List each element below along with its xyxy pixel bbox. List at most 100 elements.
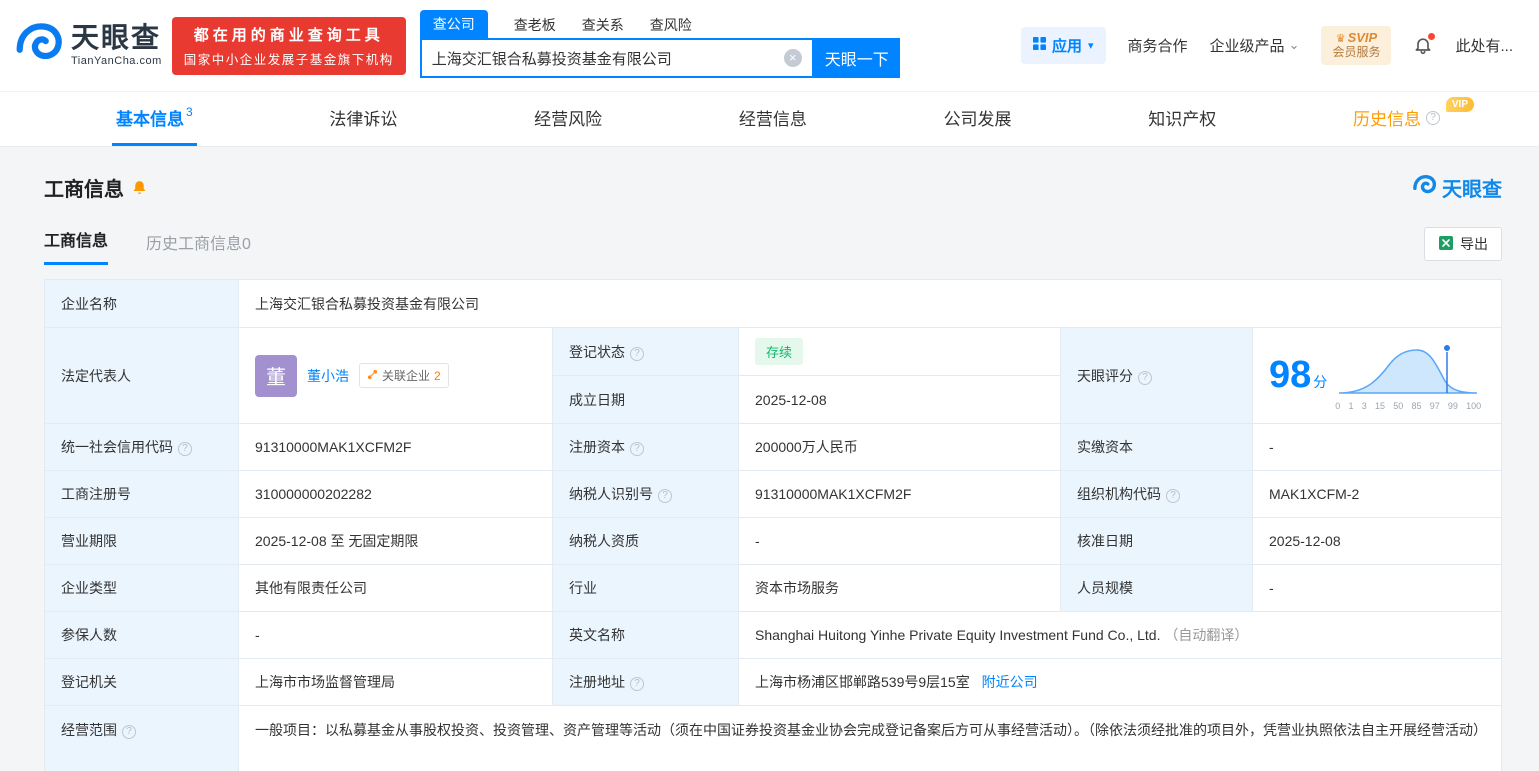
tab-basic-info-label: 基本信息 <box>116 110 184 129</box>
promo-line1: 都在用的商业查询工具 <box>193 26 384 44</box>
tab-operation-risk[interactable]: 经营风险 <box>530 92 606 146</box>
apps-menu[interactable]: 应用 ▾ <box>1020 26 1106 64</box>
legal-rep-name-link[interactable]: 董小浩 <box>307 366 349 386</box>
watermark-logo: 天眼查 <box>1411 172 1502 203</box>
help-icon[interactable]: ? <box>1138 370 1152 385</box>
paid-capital-label: 实缴资本 <box>1060 423 1253 471</box>
promo-line2: 国家中小企业发展子基金旗下机构 <box>183 52 394 67</box>
user-name[interactable]: 此处有... <box>1455 35 1513 56</box>
search-tab-company[interactable]: 查公司 <box>419 10 488 38</box>
monitor-bell-icon[interactable] <box>131 179 148 196</box>
org-chart-icon <box>367 369 378 383</box>
business-cooperation-link[interactable]: 商务合作 <box>1128 35 1188 56</box>
help-icon[interactable]: ? <box>630 442 644 456</box>
svip-sublabel: 会员服务 <box>1332 45 1381 60</box>
reg-authority-label: 登记机关 <box>44 658 239 706</box>
watermark-text: 天眼查 <box>1442 179 1502 201</box>
business-term-label: 营业期限 <box>44 517 239 565</box>
uscc-value: 91310000MAK1XCFM2F <box>238 423 553 471</box>
score-unit: 分 <box>1313 374 1328 390</box>
logo-text: 天眼查 <box>71 22 162 53</box>
reg-address-value: 上海市杨浦区邯郸路539号9层15室 <box>755 674 970 690</box>
score-axis-tick: 3 <box>1361 400 1367 411</box>
english-name-cell: Shanghai Huitong Yinhe Private Equity In… <box>738 611 1502 659</box>
tab-legal-litigation[interactable]: 法律诉讼 <box>325 92 401 146</box>
table-row: 营业期限 2025-12-08 至 无固定期限 纳税人资质 - 核准日期 202… <box>44 517 1502 565</box>
search-button[interactable]: 天眼一下 <box>813 38 900 78</box>
score-axis-tick: 100 <box>1466 400 1482 411</box>
tab-company-development[interactable]: 公司发展 <box>940 92 1016 146</box>
subtab-business-info[interactable]: 工商信息 <box>44 227 109 265</box>
apps-grid-icon <box>1032 36 1046 54</box>
company-name-value: 上海交汇银合私募投资基金有限公司 <box>238 279 1502 328</box>
reg-capital-label-text: 注册资本 <box>569 439 625 455</box>
english-name-label: 英文名称 <box>552 611 739 659</box>
tab-basic-info[interactable]: 基本信息 3 <box>112 92 197 146</box>
reg-capital-value: 200000万人民币 <box>738 423 1061 471</box>
enterprise-products-link[interactable]: 企业级产品 ⌄ <box>1210 35 1300 56</box>
help-icon[interactable]: ? <box>630 677 644 691</box>
approval-date-label: 核准日期 <box>1060 517 1253 565</box>
tab-history-info[interactable]: 历史信息 ? VIP <box>1349 92 1474 146</box>
score-axis-tick: 1 <box>1348 400 1354 411</box>
svip-label: SVIP <box>1347 30 1378 46</box>
paid-capital-value: - <box>1252 423 1502 471</box>
business-scope-label-text: 经营范围 <box>61 722 117 738</box>
notification-bell-icon[interactable] <box>1413 33 1436 55</box>
industry-value: 资本市场服务 <box>738 564 1061 612</box>
insured-count-label: 参保人数 <box>44 611 239 659</box>
org-code-label: 组织机构代码? <box>1060 470 1253 518</box>
search-area: 查公司 查老板 查关系 查风险 × 天眼一下 <box>419 10 902 78</box>
company-name-label: 企业名称 <box>44 279 239 328</box>
enterprise-products-label: 企业级产品 <box>1209 37 1285 55</box>
help-icon[interactable]: ? <box>1166 489 1180 503</box>
tab-history-info-label: 历史信息 <box>1353 110 1421 129</box>
establish-date-label: 成立日期 <box>552 375 739 424</box>
org-code-label-text: 组织机构代码 <box>1077 486 1161 502</box>
help-icon[interactable]: ? <box>178 442 192 456</box>
help-icon[interactable]: ? <box>658 489 672 503</box>
nearby-companies-link[interactable]: 附近公司 <box>982 674 1038 690</box>
org-code-value: MAK1XCFM-2 <box>1252 470 1502 518</box>
search-tab-boss[interactable]: 查老板 <box>514 15 556 38</box>
score-axis-tick: 85 <box>1411 400 1422 411</box>
tianyancha-logo[interactable]: 天眼查 TianYanCha.com <box>12 17 162 74</box>
business-info-table: 企业名称 上海交汇银合私募投资基金有限公司 法定代表人 董 董小浩 关联企业 2… <box>44 279 1502 771</box>
legal-rep-avatar[interactable]: 董 <box>255 354 297 397</box>
table-row: 工商注册号 310000000202282 纳税人识别号? 91310000MA… <box>44 470 1502 518</box>
search-box: × <box>419 38 814 78</box>
section-title: 工商信息 <box>44 179 124 201</box>
help-icon[interactable]: ? <box>1426 110 1440 125</box>
search-tabs: 查公司 查老板 查关系 查风险 <box>419 10 902 38</box>
reg-status-cell: 存续 <box>738 327 1061 376</box>
reg-number-value: 310000000202282 <box>238 470 553 518</box>
score-axis-tick: 97 <box>1429 400 1440 411</box>
company-section-tabs: 基本信息 3 法律诉讼 经营风险 经营信息 公司发展 知识产权 历史信息 ? V… <box>0 91 1539 147</box>
chevron-down-icon: ⌄ <box>1288 37 1300 53</box>
apps-label: 应用 <box>1051 37 1082 55</box>
tab-intellectual-property[interactable]: 知识产权 <box>1144 92 1220 146</box>
svip-membership-button[interactable]: ♛ SVIP 会员服务 <box>1321 26 1392 65</box>
related-companies-count: 2 <box>434 368 441 383</box>
business-term-value: 2025-12-08 至 无固定期限 <box>238 517 553 565</box>
clear-search-icon[interactable]: × <box>783 49 802 67</box>
tab-operation-info[interactable]: 经营信息 <box>735 92 811 146</box>
search-tab-risk[interactable]: 查风险 <box>650 15 692 38</box>
subtab-history-business-info[interactable]: 历史工商信息0 <box>146 230 251 265</box>
search-tab-relation[interactable]: 查关系 <box>582 15 624 38</box>
table-row: 企业类型 其他有限责任公司 行业 资本市场服务 人员规模 - <box>44 564 1502 612</box>
reg-status-label: 登记状态? <box>552 327 739 376</box>
excel-export-icon <box>1438 235 1454 254</box>
staff-size-label: 人员规模 <box>1060 564 1253 612</box>
taxpayer-id-label: 纳税人识别号? <box>552 470 739 518</box>
tab-basic-info-count: 3 <box>186 104 193 119</box>
export-button[interactable]: 导出 <box>1424 227 1502 261</box>
score-axis-tick: 15 <box>1374 400 1385 411</box>
search-input[interactable] <box>421 49 784 67</box>
help-icon[interactable]: ? <box>122 725 136 739</box>
help-icon[interactable]: ? <box>630 346 644 361</box>
reg-number-label: 工商注册号 <box>44 470 239 518</box>
related-companies-label: 关联企业 <box>382 369 431 383</box>
related-companies-badge[interactable]: 关联企业 2 <box>359 363 449 388</box>
score-axis-tick: 50 <box>1393 400 1404 411</box>
